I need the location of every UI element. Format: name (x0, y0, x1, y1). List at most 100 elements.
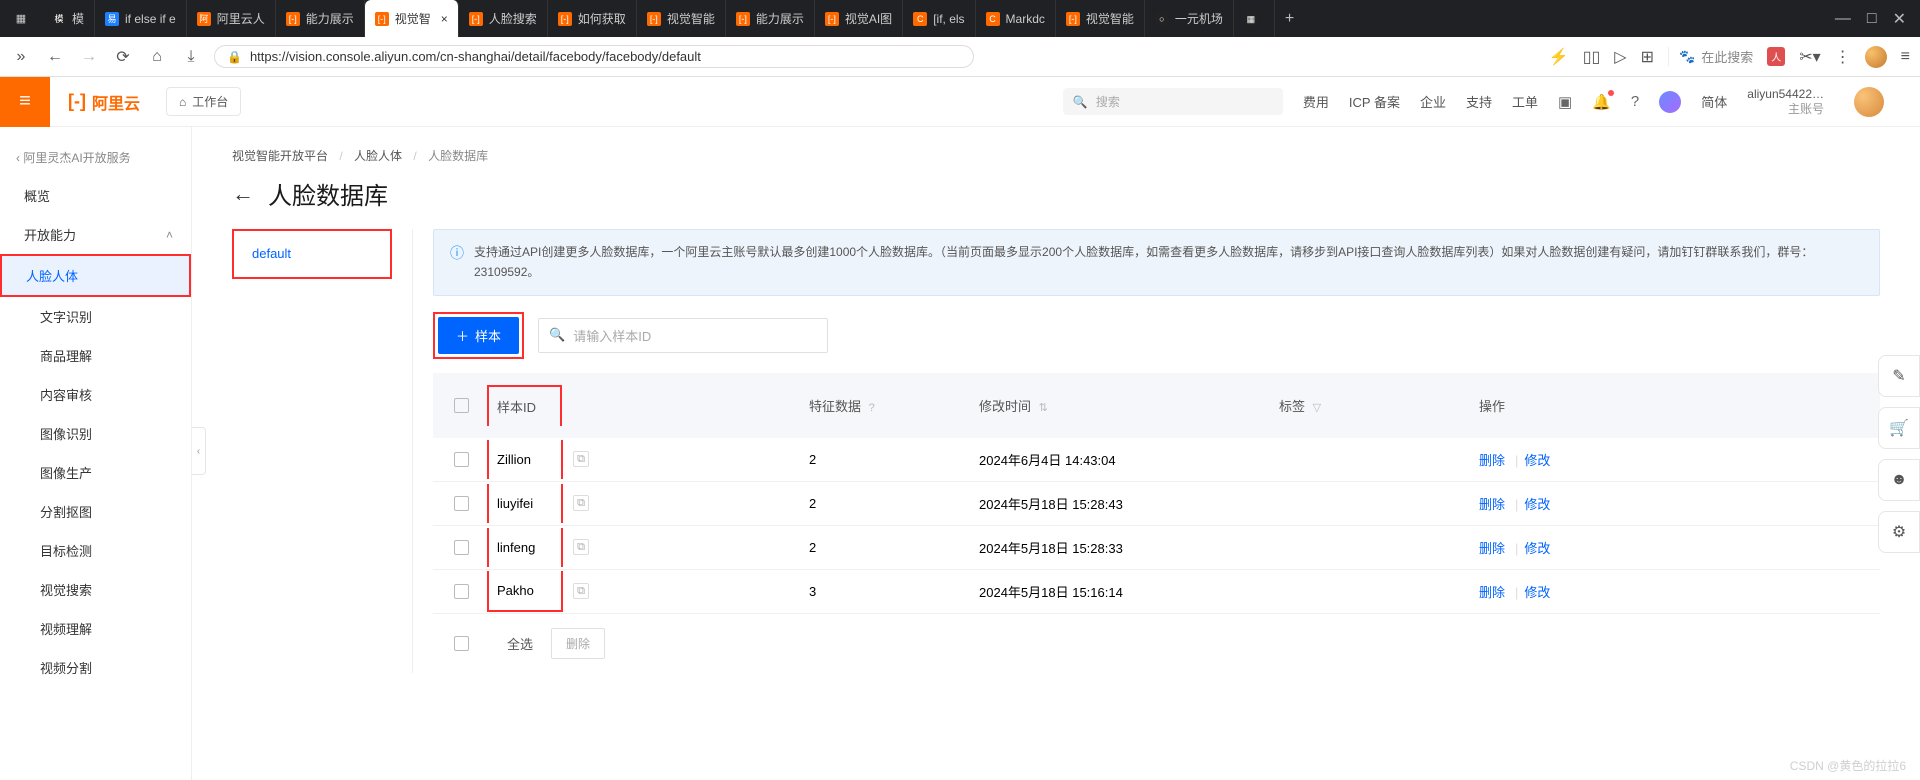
sidebar-item[interactable]: 内容审核 (0, 375, 191, 414)
sidebar-item[interactable]: 商品理解 (0, 336, 191, 375)
nav-home-icon[interactable]: ⌂ (146, 48, 168, 66)
sidebar-item[interactable]: 视频理解 (0, 609, 191, 648)
sidebar-item[interactable]: 分割抠图 (0, 492, 191, 531)
rail-settings-icon[interactable]: ⚙ (1878, 511, 1920, 553)
browser-tab[interactable]: [-]视觉智× (365, 0, 459, 37)
browser-tab[interactable]: [-]视觉智能 (1056, 0, 1145, 37)
col-tag[interactable]: 标签 ▽ (1279, 396, 1479, 415)
sidebar-back-link[interactable]: ‹ 阿里灵杰AI开放服务 (0, 139, 191, 176)
browser-tab[interactable]: [-]如何获取 (548, 0, 637, 37)
copy-icon[interactable]: ⧉ (573, 451, 589, 467)
sidebar-item[interactable]: 人脸人体 (2, 256, 189, 295)
rail-cart-icon[interactable]: 🛒 (1878, 407, 1920, 449)
url-input[interactable]: 🔒 https://vision.console.aliyun.com/cn-s… (214, 45, 974, 68)
scissors-icon[interactable]: ✂︎▾ (1799, 47, 1820, 67)
window-minimize[interactable]: — (1835, 10, 1851, 28)
nav-reload-icon[interactable]: ⟳ (112, 47, 134, 67)
reader-icon[interactable]: ▯▯ (1583, 47, 1601, 67)
bell-icon[interactable]: 🔔 (1592, 93, 1611, 111)
copy-icon[interactable]: ⧉ (573, 583, 589, 599)
sidebar-item[interactable]: 图像生产 (0, 453, 191, 492)
row-edit-link[interactable]: 修改 (1524, 541, 1550, 556)
rail-robot-icon[interactable]: ☻ (1878, 459, 1920, 501)
row-delete-link[interactable]: 删除 (1479, 585, 1505, 600)
row-edit-link[interactable]: 修改 (1524, 453, 1550, 468)
top-link-support[interactable]: 支持 (1466, 92, 1492, 111)
add-sample-button[interactable]: ＋ 样本 (438, 317, 519, 354)
aliyun-logo[interactable]: [-] 阿里云 (50, 90, 158, 114)
row-checkbox[interactable] (454, 540, 469, 555)
browser-tab[interactable]: [-]人脸搜索 (459, 0, 548, 37)
footer-select-all-checkbox[interactable] (454, 636, 469, 651)
row-delete-link[interactable]: 删除 (1479, 453, 1505, 468)
row-edit-link[interactable]: 修改 (1524, 497, 1550, 512)
kebab-icon[interactable]: ⋮ (1835, 47, 1851, 67)
rail-edit-icon[interactable]: ✎ (1878, 355, 1920, 397)
batch-delete-button[interactable]: 删除 (551, 628, 605, 659)
tab-overflow-icon[interactable]: ▦ (0, 0, 42, 37)
database-tab-default[interactable]: default (232, 229, 392, 279)
sidebar-item[interactable]: 文字识别 (0, 297, 191, 336)
browser-tab[interactable]: [-]能力展示 (276, 0, 365, 37)
workspace-button[interactable]: ⌂ 工作台 (166, 87, 241, 116)
browser-tab[interactable]: [-]视觉AI图 (815, 0, 903, 37)
account-info[interactable]: aliyun54422… 主账号 (1747, 87, 1824, 116)
browser-tab[interactable]: [-]视觉智能 (637, 0, 726, 37)
copy-icon[interactable]: ⧉ (573, 539, 589, 555)
sidebar-item[interactable]: 目标检测 (0, 531, 191, 570)
code-icon[interactable]: ▷ (1614, 47, 1626, 67)
page-back-icon[interactable]: ← (232, 181, 254, 207)
cloudshell-icon[interactable]: ▣ (1558, 93, 1572, 111)
row-checkbox[interactable] (454, 452, 469, 467)
sidebar-item[interactable]: 概览 (0, 176, 191, 215)
nav-back-icon[interactable]: ← (44, 48, 66, 66)
top-link-ticket[interactable]: 工单 (1512, 92, 1538, 111)
sidebar-item[interactable]: 视频分割 (0, 648, 191, 687)
browser-avatar[interactable] (1865, 46, 1887, 68)
new-tab-button[interactable]: + (1275, 0, 1304, 37)
browser-tab[interactable]: 易if else if e (95, 0, 187, 37)
copy-icon[interactable]: ⧉ (573, 495, 589, 511)
browser-tab[interactable]: ○一元机场 (1145, 0, 1234, 37)
lang-switch[interactable]: 简体 (1701, 92, 1727, 111)
browser-search[interactable]: 🐾 在此搜索 (1668, 47, 1753, 66)
sample-search-input[interactable]: 🔍 请输入样本ID (538, 318, 828, 353)
nav-forward-icon[interactable]: → (78, 48, 100, 66)
help-icon[interactable]: ? (1631, 93, 1639, 110)
console-search[interactable]: 🔍 搜索 (1063, 88, 1283, 115)
select-all-checkbox[interactable] (454, 398, 469, 413)
row-edit-link[interactable]: 修改 (1524, 585, 1550, 600)
crumb-category[interactable]: 人脸人体 (354, 149, 402, 163)
flash-icon[interactable]: ⚡ (1549, 47, 1569, 67)
row-delete-link[interactable]: 删除 (1479, 497, 1505, 512)
sidebar-item[interactable]: 开放能力˄ (0, 215, 191, 254)
nav-download-icon[interactable]: ⤓ (180, 48, 202, 66)
top-link-icp[interactable]: ICP 备案 (1349, 92, 1400, 111)
assistant-icon[interactable] (1659, 91, 1681, 113)
help-icon[interactable]: ? (869, 402, 875, 414)
grid-icon[interactable]: ⊞ (1641, 47, 1654, 67)
sidebar-item[interactable]: 视觉搜索 (0, 570, 191, 609)
pdf-badge[interactable]: 人 (1767, 47, 1785, 66)
sidebar-collapse-handle[interactable]: ‹ (192, 427, 206, 475)
browser-tab[interactable]: ▦ (1234, 0, 1275, 37)
top-link-enterprise[interactable]: 企业 (1420, 92, 1446, 111)
browser-tab[interactable]: C[if, els (903, 0, 975, 37)
sidebar-item[interactable]: 图像识别 (0, 414, 191, 453)
browser-tab[interactable]: 模模 (42, 0, 95, 37)
top-link-fee[interactable]: 费用 (1303, 92, 1329, 111)
console-menu-button[interactable]: ≡ (0, 77, 50, 127)
window-maximize[interactable]: □ (1867, 10, 1877, 28)
select-all-label[interactable]: 全选 (507, 634, 533, 653)
window-close[interactable]: ✕ (1893, 9, 1906, 29)
browser-tab[interactable]: 阿阿里云人 (187, 0, 276, 37)
row-delete-link[interactable]: 删除 (1479, 541, 1505, 556)
hamburger-icon[interactable]: ≡ (1901, 48, 1910, 66)
tab-close-icon[interactable]: × (441, 12, 448, 26)
nav-overflow-icon[interactable]: » (10, 48, 32, 66)
browser-tab[interactable]: [-]能力展示 (726, 0, 815, 37)
row-checkbox[interactable] (454, 496, 469, 511)
crumb-platform[interactable]: 视觉智能开放平台 (232, 149, 328, 163)
browser-tab[interactable]: CMarkdc (976, 0, 1056, 37)
row-checkbox[interactable] (454, 584, 469, 599)
